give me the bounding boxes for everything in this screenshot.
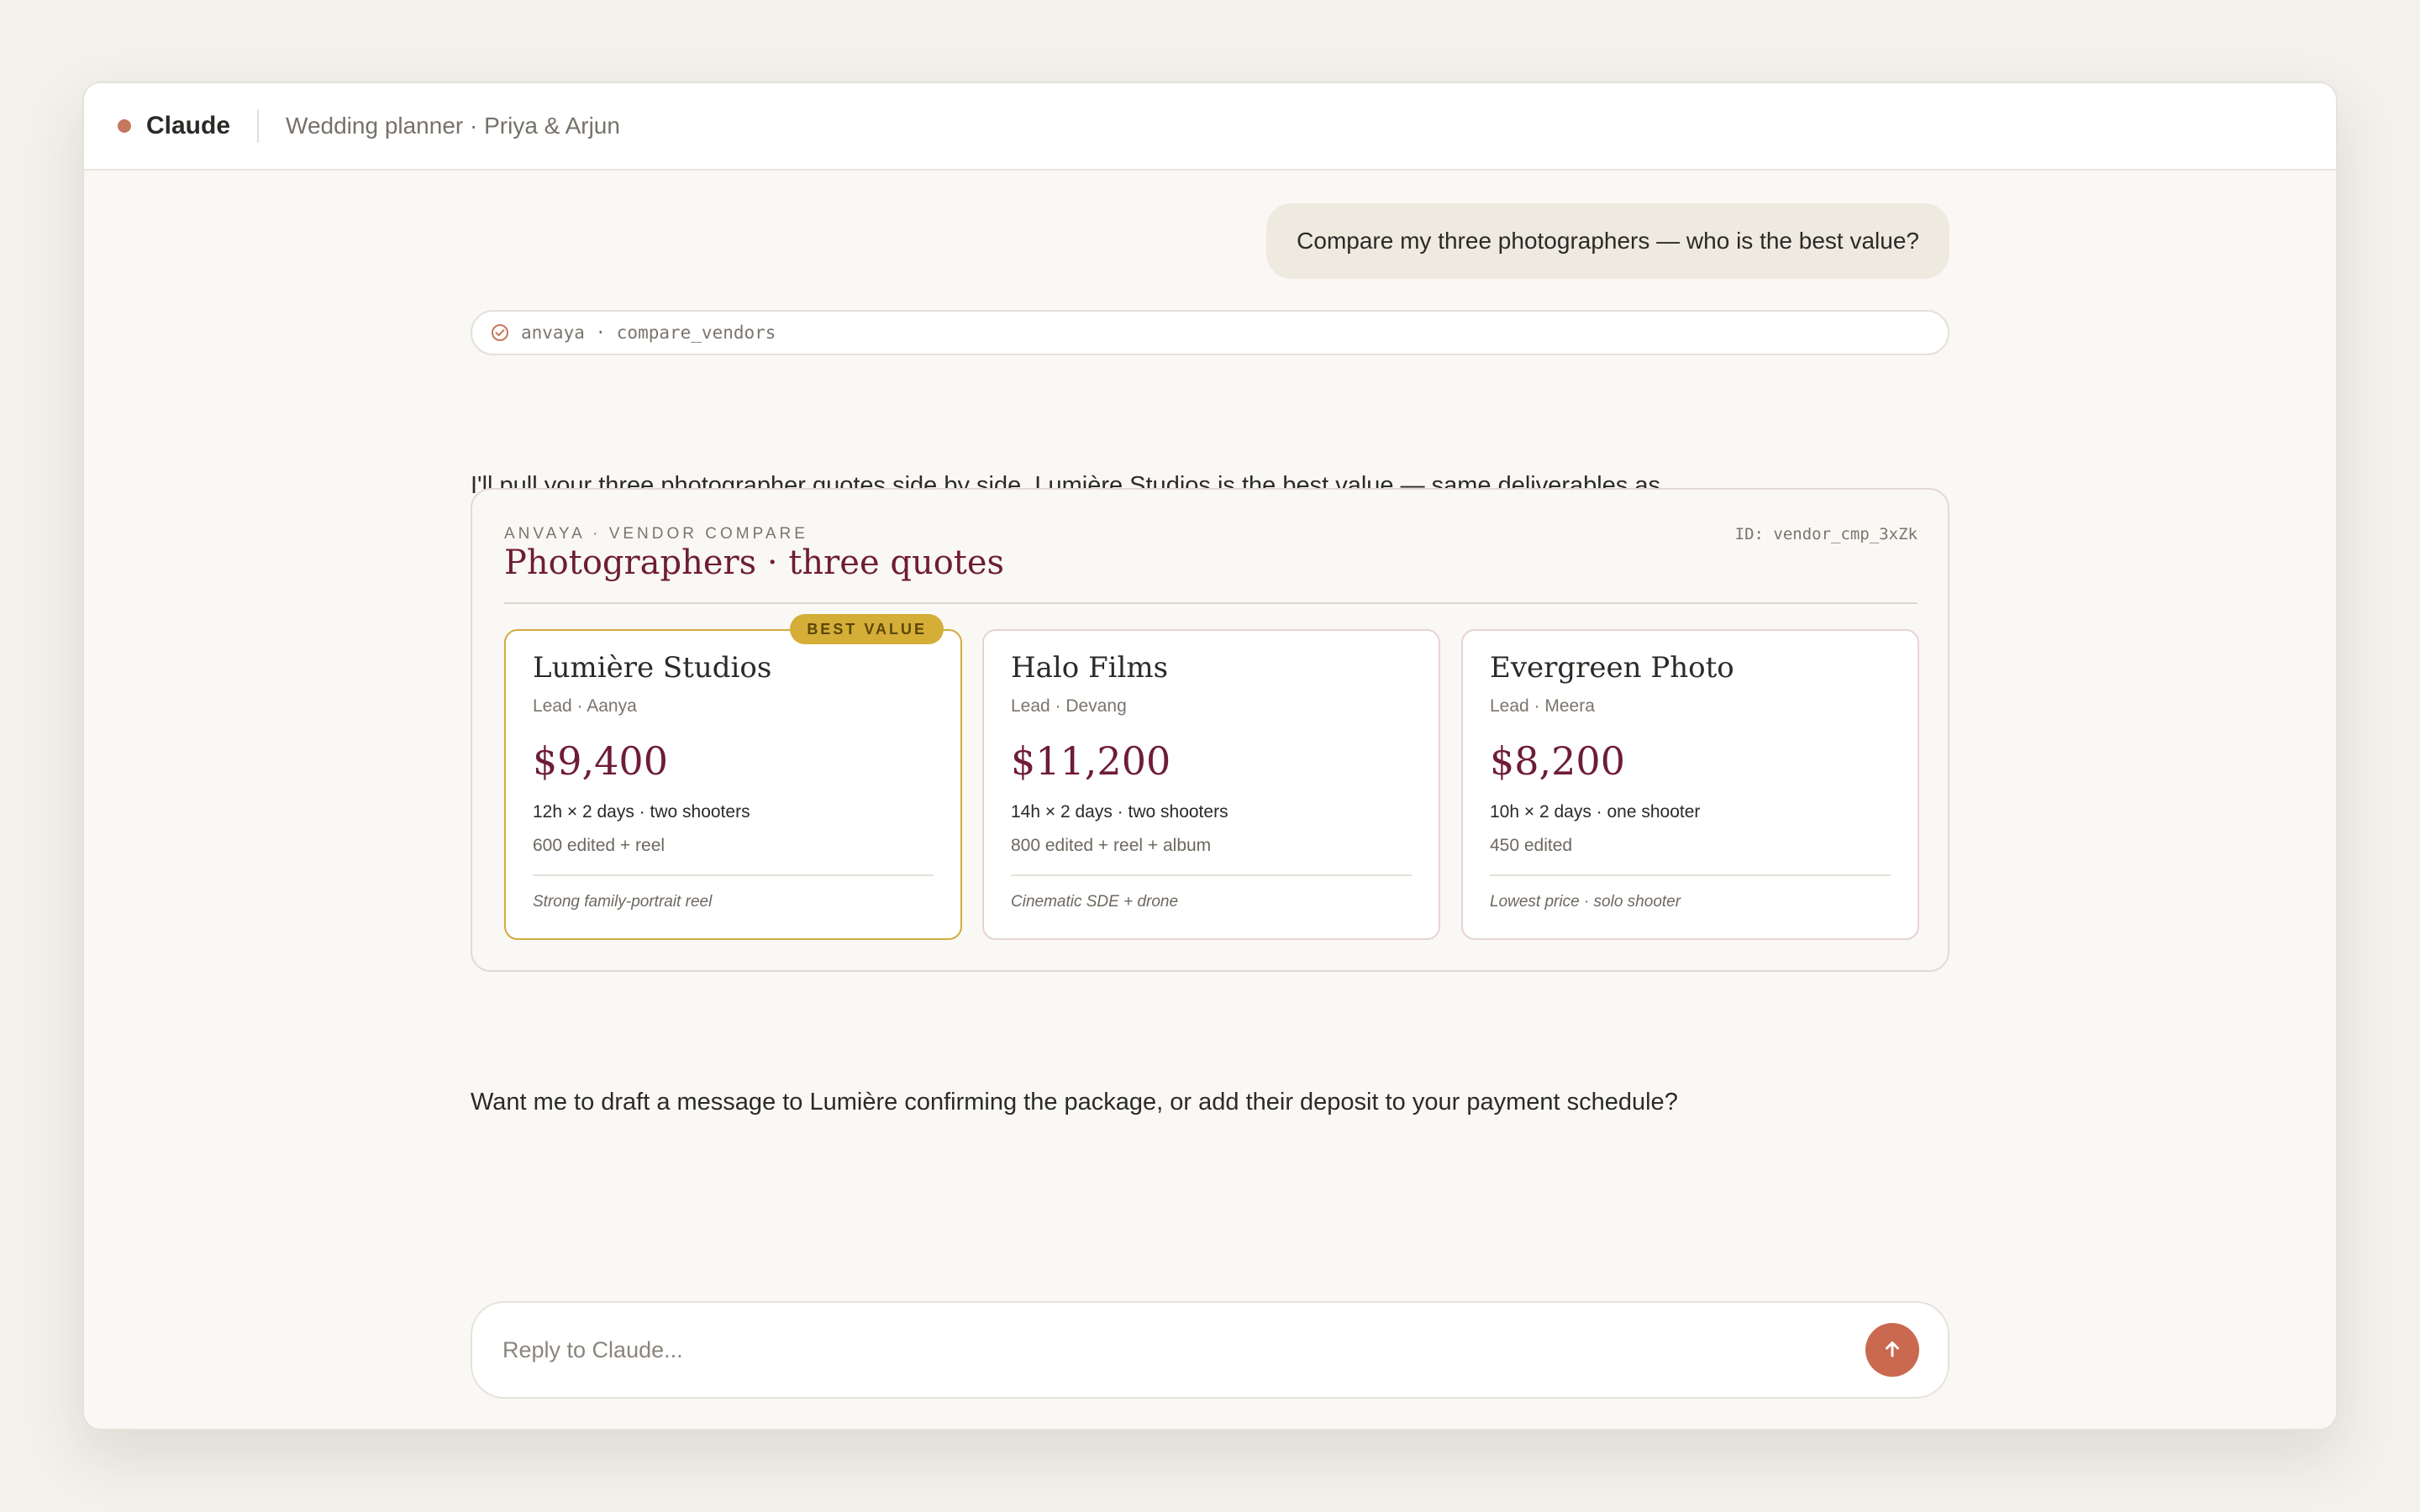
vendor-price: $9,400 (533, 738, 668, 784)
vendor-spec: 12h × 2 days · two shooters (533, 802, 750, 822)
tool-call-pill[interactable]: anvaya · compare_vendors (471, 310, 1949, 355)
vendor-lead: Lead · Meera (1490, 696, 1595, 716)
vendor-name: Evergreen Photo (1490, 651, 1734, 685)
vendor-lead: Lead · Devang (1011, 696, 1127, 716)
vendor-deliverables: 800 edited + reel + album (1011, 836, 1212, 855)
brand-dot-icon (118, 119, 131, 133)
card-divider (1011, 874, 1412, 876)
reply-input[interactable] (502, 1303, 1763, 1397)
vendor-compare-widget: ANVAYA · VENDOR COMPARE ID: vendor_cmp_3… (471, 488, 1949, 972)
widget-id: ID: vendor_cmp_3xZk (1734, 525, 1918, 543)
vendor-price: $8,200 (1490, 738, 1625, 784)
user-message: Compare my three photographers — who is … (1266, 203, 1949, 279)
widget-eyebrow: ANVAYA · VENDOR COMPARE (504, 525, 808, 543)
widget-divider (504, 602, 1918, 604)
vendor-note: Lowest price · solo shooter (1490, 893, 1681, 911)
vendor-cards: BEST VALUE Lumière Studios Lead · Aanya … (504, 614, 1919, 940)
vendor-name: Lumière Studios (533, 651, 772, 685)
arrow-up-icon (1881, 1337, 1904, 1363)
send-button[interactable] (1865, 1323, 1919, 1377)
vendor-card-halo[interactable]: Halo Films Lead · Devang $11,200 14h × 2… (982, 629, 1440, 940)
vendor-lead: Lead · Aanya (533, 696, 637, 716)
tool-call-label: anvaya · compare_vendors (521, 323, 776, 343)
vendor-note: Strong family-portrait reel (533, 893, 713, 911)
card-divider (533, 874, 934, 876)
composer (471, 1301, 1949, 1399)
assistant-followup: Want me to draft a message to Lumière co… (471, 1089, 1678, 1116)
app-window: Claude Wedding planner · Priya & Arjun C… (82, 81, 2338, 1431)
widget-title: Photographers · three quotes (504, 543, 1005, 582)
breadcrumb: Wedding planner · Priya & Arjun (286, 113, 620, 139)
card-divider (1490, 874, 1891, 876)
vendor-card-lumiere[interactable]: BEST VALUE Lumière Studios Lead · Aanya … (504, 614, 962, 940)
top-bar: Claude Wedding planner · Priya & Arjun (84, 83, 2336, 171)
vendor-deliverables: 450 edited (1490, 836, 1573, 855)
best-value-badge: BEST VALUE (790, 614, 944, 644)
vendor-price: $11,200 (1011, 738, 1171, 784)
vendor-spec: 10h × 2 days · one shooter (1490, 802, 1701, 822)
vendor-note: Cinematic SDE + drone (1011, 893, 1179, 911)
vendor-card-evergreen[interactable]: Evergreen Photo Lead · Meera $8,200 10h … (1461, 629, 1919, 940)
vendor-spec: 14h × 2 days · two shooters (1011, 802, 1228, 822)
vendor-deliverables: 600 edited + reel (533, 836, 666, 855)
vendor-name: Halo Films (1011, 651, 1169, 685)
brand-name: Claude (146, 112, 231, 139)
check-circle-icon (491, 323, 509, 342)
header-divider (257, 109, 260, 143)
